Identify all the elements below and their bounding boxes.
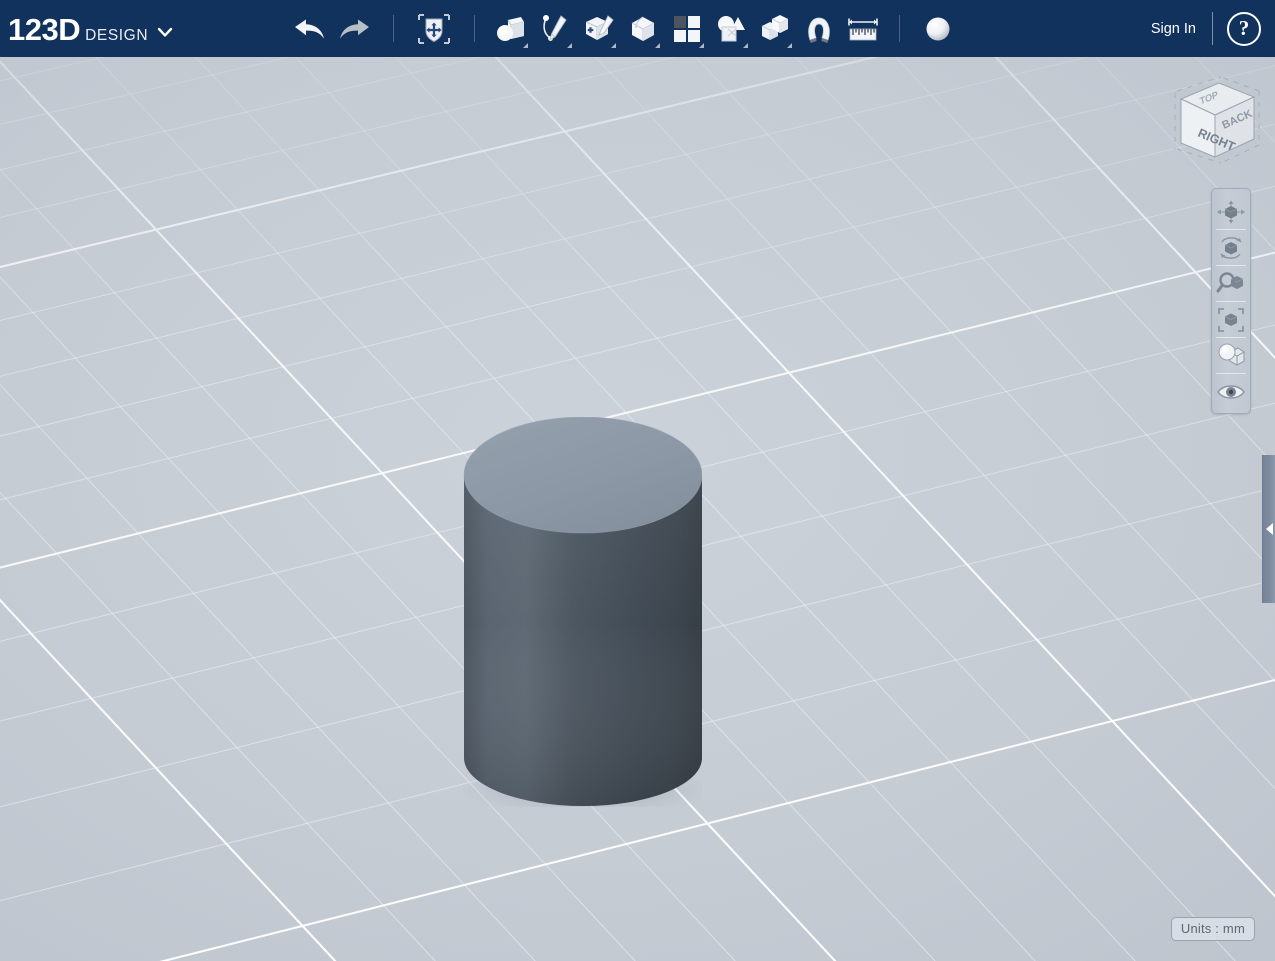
primitives-button[interactable] (489, 4, 533, 54)
orbit-rotate-icon (1220, 236, 1242, 259)
dropdown-indicator[interactable] (787, 42, 793, 48)
top-toolbar: 123D DESIGN Sign In ? (0, 0, 1275, 57)
units-indicator: Units : mm (1170, 917, 1255, 941)
pattern-button[interactable] (665, 4, 709, 54)
measure-button[interactable] (841, 4, 885, 54)
navigation-bar (1211, 188, 1251, 414)
app-window: 123D DESIGN Sign In ? RIGHT BACK TOP Uni… (0, 0, 1275, 961)
dropdown-indicator[interactable] (743, 42, 749, 48)
nav-pan-button[interactable] (1212, 194, 1250, 229)
nav-visibility-button[interactable] (1212, 374, 1250, 409)
cylinder-solid[interactable] (463, 417, 702, 807)
dropdown-indicator[interactable] (523, 42, 529, 48)
chevron-down-icon[interactable] (157, 25, 173, 43)
grouping-button[interactable] (709, 4, 753, 54)
redo-button[interactable] (333, 4, 379, 54)
zoom-magnifier-icon (1216, 271, 1244, 292)
help-button[interactable]: ? (1227, 11, 1261, 46)
eye-visibility-icon (1217, 384, 1245, 399)
construct-button[interactable] (577, 4, 621, 54)
sketch-button[interactable] (533, 4, 577, 54)
view-style-sphere-cube-icon (1218, 343, 1245, 366)
dropdown-indicator[interactable] (567, 42, 573, 48)
toolbar-divider (393, 15, 395, 42)
nav-orbit-button[interactable] (1212, 230, 1250, 265)
pan-arrows-icon (1217, 200, 1245, 223)
nav-fit-button[interactable] (1212, 302, 1250, 337)
toolbar-divider (474, 15, 476, 42)
cylinder-top-face (464, 417, 702, 533)
nav-zoom-button[interactable] (1212, 266, 1250, 301)
dropdown-indicator[interactable] (611, 42, 617, 48)
fit-to-window-icon (1218, 307, 1244, 332)
snap-button[interactable] (797, 4, 841, 54)
nav-view-style-button[interactable] (1212, 338, 1250, 373)
logo-primary-text: 123D (8, 12, 81, 47)
viewport-canvas[interactable]: RIGHT BACK TOP Units: mm (0, 57, 1275, 961)
view-cube[interactable]: RIGHT BACK TOP (1147, 69, 1265, 173)
chevron-left-icon (1265, 523, 1273, 535)
topbar-right-divider (1212, 12, 1213, 45)
dropdown-indicator[interactable] (655, 42, 661, 48)
right-panel-toggle[interactable] (1262, 455, 1275, 603)
sign-in-button[interactable]: Sign In (1137, 21, 1210, 37)
tools-group (489, 0, 885, 57)
material-button[interactable] (914, 4, 962, 54)
topbar-right-group: Sign In ? (1137, 0, 1275, 57)
combine-button[interactable] (753, 4, 797, 54)
undo-button[interactable] (285, 4, 331, 54)
app-logo[interactable]: 123D DESIGN (0, 0, 173, 57)
modify-button[interactable] (621, 4, 665, 54)
history-group (285, 0, 379, 57)
transform-button[interactable] (408, 4, 460, 54)
dropdown-indicator[interactable] (699, 42, 705, 48)
logo-secondary-text: DESIGN (85, 27, 149, 44)
toolbar-divider (899, 15, 901, 42)
